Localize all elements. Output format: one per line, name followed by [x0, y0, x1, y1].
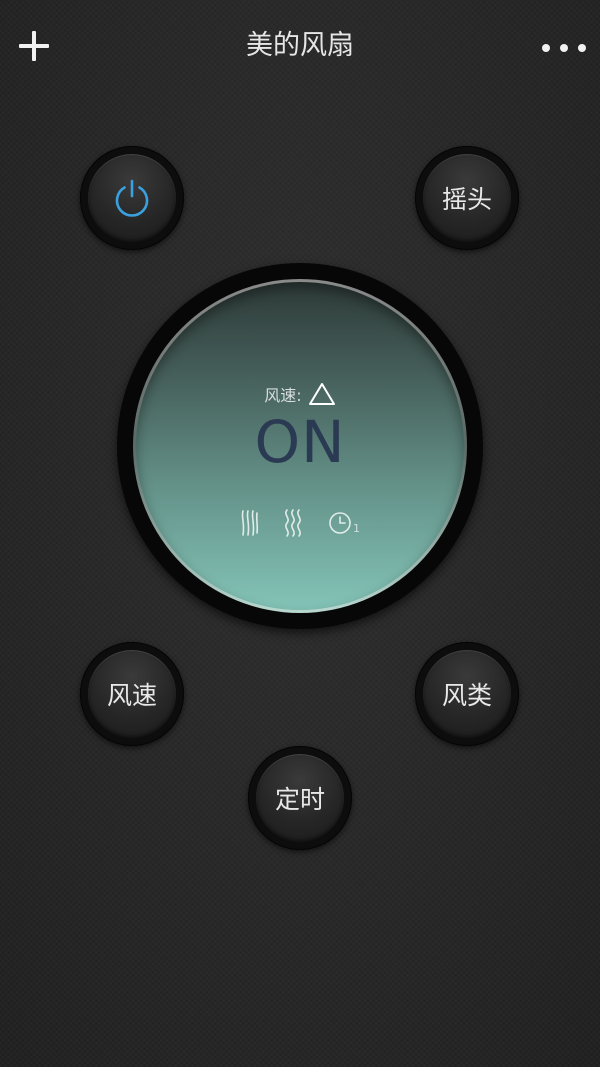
header-bar: 美的风扇	[0, 0, 600, 96]
speed-button[interactable]: 风速	[80, 642, 184, 746]
more-dots-icon[interactable]	[542, 30, 586, 66]
timer-button-label: 定时	[256, 754, 344, 842]
wind-lines-icon	[241, 510, 259, 536]
power-button[interactable]	[80, 146, 184, 250]
power-icon	[115, 179, 149, 217]
power-status-text: ON	[254, 408, 346, 476]
speed-button-label: 风速	[88, 650, 176, 738]
timer-button[interactable]: 定时	[248, 746, 352, 850]
timer-count: 1	[353, 522, 360, 535]
status-dial: 风速: ON 1	[117, 263, 483, 629]
swing-button-label: 摇头	[423, 154, 511, 242]
speed-indicator-label: 风速:	[264, 386, 302, 405]
plus-icon[interactable]	[14, 26, 54, 66]
triangle-icon	[308, 383, 335, 405]
swing-button[interactable]: 摇头	[415, 146, 519, 250]
wind-type-button-label: 风类	[423, 650, 511, 738]
page-title: 美的风扇	[246, 30, 354, 61]
wind-waves-icon	[285, 509, 301, 537]
speed-indicator: 风速:	[136, 382, 464, 406]
wind-type-button[interactable]: 风类	[415, 642, 519, 746]
mode-icons: 1	[136, 508, 464, 538]
status-display: 风速: ON 1	[136, 282, 464, 610]
clock-icon	[329, 512, 351, 534]
timer-indicator: 1	[328, 511, 360, 535]
fan-remote-screen: 美的风扇 摇头 风速: ON 1 风速 风类 定时	[0, 0, 600, 1067]
